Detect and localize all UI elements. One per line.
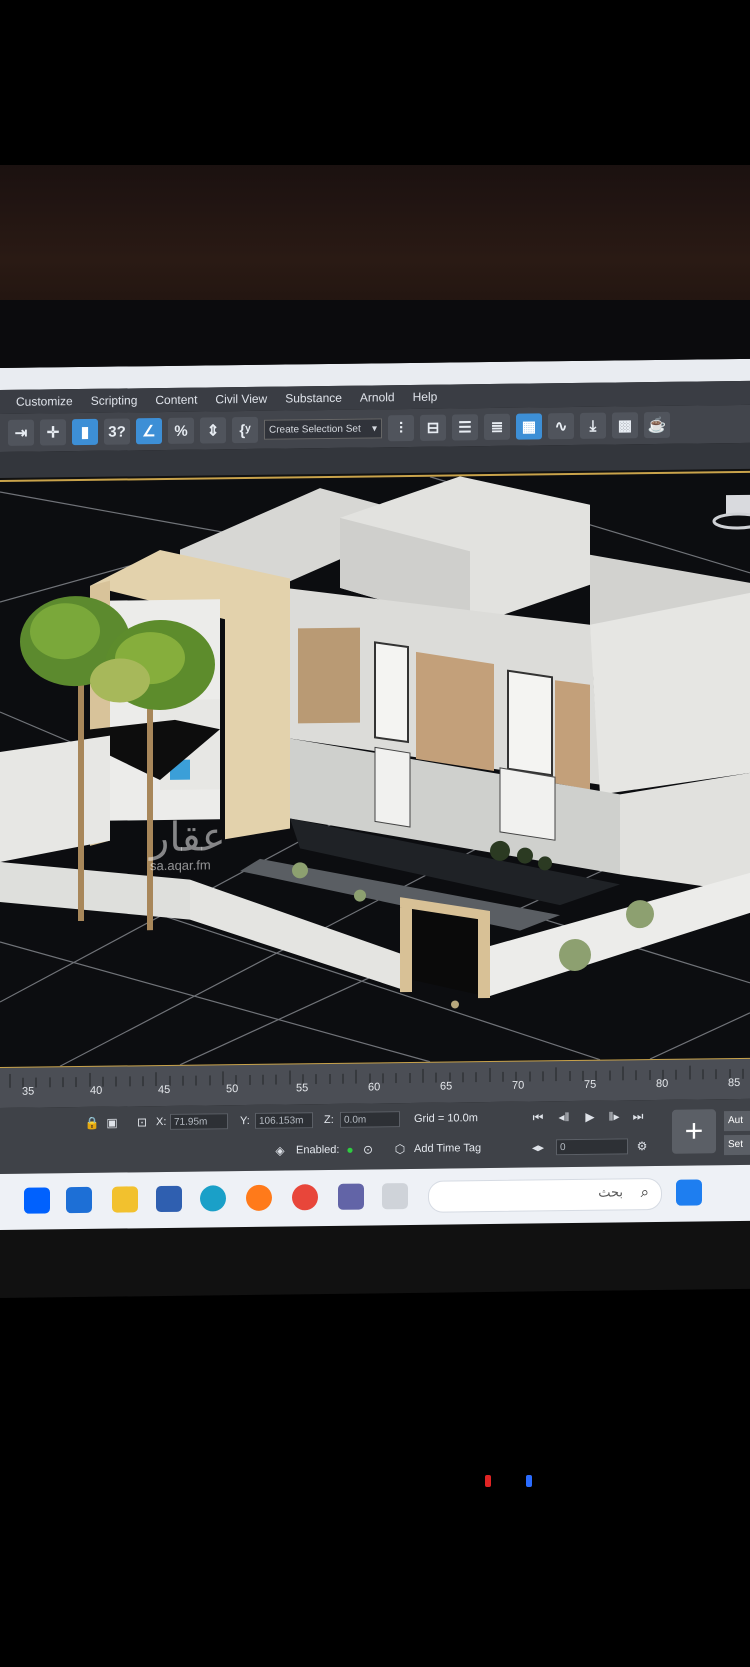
- blue-indicator-light: [526, 1475, 532, 1487]
- angle-snap-icon[interactable]: ∠: [136, 418, 162, 445]
- x-label: X:: [156, 1115, 167, 1129]
- tick-label: 60: [368, 1081, 381, 1094]
- render-teapot-icon[interactable]: ☕: [644, 411, 670, 439]
- monitor-stand-area: [0, 1300, 750, 1667]
- auto-key-button[interactable]: Aut: [724, 1110, 750, 1132]
- link-icon[interactable]: ⇥: [8, 419, 34, 446]
- adaptive-degradation-icon[interactable]: ◈: [272, 1142, 288, 1158]
- next-frame-icon[interactable]: ‖▸: [606, 1108, 622, 1124]
- go-to-end-icon[interactable]: ⏭: [630, 1108, 646, 1124]
- menu-customize[interactable]: Customize: [16, 394, 73, 409]
- menu-scripting[interactable]: Scripting: [91, 393, 138, 408]
- app-icon[interactable]: [382, 1183, 408, 1210]
- tick-label: 45: [158, 1083, 171, 1097]
- y-label: Y:: [240, 1114, 250, 1128]
- store-icon[interactable]: [156, 1185, 182, 1213]
- move-icon[interactable]: ✛: [40, 419, 66, 446]
- edge-icon[interactable]: [200, 1185, 226, 1212]
- isolate-icon[interactable]: ▣: [104, 1115, 120, 1131]
- y-coordinate-field[interactable]: 106.153m: [255, 1112, 313, 1129]
- set-key-button[interactable]: +: [672, 1109, 716, 1154]
- menu-content[interactable]: Content: [155, 393, 197, 408]
- play-icon[interactable]: ▶: [582, 1109, 598, 1125]
- tick-label: 70: [512, 1079, 525, 1092]
- search-icon: ⌕: [640, 1184, 649, 1202]
- watermark: عقار sa.aqar.fm: [150, 814, 226, 874]
- snap-3d-icon[interactable]: 3?: [104, 418, 130, 445]
- chrome-icon[interactable]: [292, 1184, 318, 1211]
- watermark-logo: عقار: [150, 814, 226, 862]
- layers-icon[interactable]: ≣: [484, 413, 510, 441]
- selection-set-label: Create Selection Set: [269, 423, 361, 436]
- status-bar: 🔒 ▣ ⊡ X: 71.95m Y: 106.153m Z: 0.0m Grid…: [0, 1098, 750, 1174]
- set-key-mode-button[interactable]: Set: [724, 1134, 750, 1156]
- tick-label: 50: [226, 1083, 239, 1096]
- dropbox-icon[interactable]: [24, 1187, 50, 1214]
- mirror-icon[interactable]: ⫶: [388, 414, 414, 442]
- red-indicator-light: [485, 1475, 491, 1487]
- windows-start-icon[interactable]: [676, 1179, 702, 1206]
- windows-taskbar: بحث ⌕: [0, 1164, 750, 1230]
- teams-icon[interactable]: [338, 1183, 364, 1210]
- time-config-icon[interactable]: ⚙: [634, 1138, 650, 1154]
- select-icon[interactable]: ▮: [72, 418, 98, 446]
- tick-label: 80: [656, 1077, 669, 1090]
- add-time-tag-button[interactable]: Add Time Tag: [414, 1142, 481, 1155]
- material-editor-icon[interactable]: ▩: [612, 412, 638, 439]
- viewcube-gizmo: [712, 494, 750, 530]
- previous-frame-icon[interactable]: ◂‖: [556, 1109, 572, 1125]
- tick-label: 40: [90, 1084, 103, 1097]
- x-coordinate-field[interactable]: 71.95m: [170, 1113, 228, 1130]
- scene-render: [0, 476, 750, 1067]
- search-placeholder: بحث: [598, 1185, 623, 1201]
- named-selection-icon[interactable]: {ʸ: [232, 416, 258, 444]
- spinner-snap-icon[interactable]: ⇕: [200, 417, 226, 444]
- align-icon[interactable]: ⊟: [420, 414, 446, 441]
- z-label: Z:: [324, 1113, 334, 1127]
- layer-explorer-icon[interactable]: ☰: [452, 414, 478, 441]
- enabled-label: Enabled:: [296, 1143, 340, 1157]
- menu-arnold[interactable]: Arnold: [360, 390, 395, 404]
- menu-help[interactable]: Help: [413, 390, 438, 404]
- 3d-viewport[interactable]: عقار sa.aqar.fm: [0, 470, 750, 1070]
- mail-icon[interactable]: [66, 1186, 92, 1214]
- taskbar-search[interactable]: بحث ⌕: [428, 1177, 662, 1213]
- lock-icon[interactable]: 🔒: [84, 1115, 100, 1131]
- time-tag-icon: ⬡: [394, 1142, 406, 1157]
- z-coordinate-field[interactable]: 0.0m: [340, 1111, 400, 1128]
- monitor-screen: Customize Scripting Content Civil View S…: [0, 358, 750, 1299]
- selection-lock-icon[interactable]: ⊙: [360, 1141, 376, 1157]
- tick-label: 75: [584, 1078, 597, 1091]
- tick-label: 85: [728, 1076, 741, 1090]
- create-selection-set-dropdown[interactable]: Create Selection Set ▾: [264, 418, 382, 440]
- firefox-icon[interactable]: [246, 1184, 272, 1211]
- tick-label: 65: [440, 1080, 453, 1093]
- enabled-indicator-icon: ●: [346, 1142, 354, 1157]
- menu-civil-view[interactable]: Civil View: [215, 392, 267, 407]
- watermark-url: sa.aqar.fm: [150, 857, 211, 874]
- curve-editor-icon[interactable]: ∿: [548, 412, 574, 440]
- tick-label: 35: [22, 1085, 35, 1098]
- percent-snap-icon[interactable]: %: [168, 417, 194, 444]
- grid-size: Grid = 10.0m: [414, 1112, 478, 1125]
- go-to-start-icon[interactable]: ⏮: [530, 1109, 546, 1125]
- menu-substance[interactable]: Substance: [285, 391, 342, 406]
- key-mode-icon[interactable]: ◂▸: [530, 1139, 546, 1155]
- tick-label: 55: [296, 1082, 309, 1095]
- ribbon-toggle-icon[interactable]: ▦: [516, 413, 542, 440]
- schematic-view-icon[interactable]: ⤓: [580, 412, 606, 439]
- current-frame-field[interactable]: 0: [556, 1138, 628, 1156]
- absolute-mode-icon[interactable]: ⊡: [134, 1114, 150, 1130]
- chevron-down-icon: ▾: [371, 422, 377, 434]
- file-explorer-icon[interactable]: [112, 1186, 138, 1213]
- wood-panel: [298, 627, 360, 724]
